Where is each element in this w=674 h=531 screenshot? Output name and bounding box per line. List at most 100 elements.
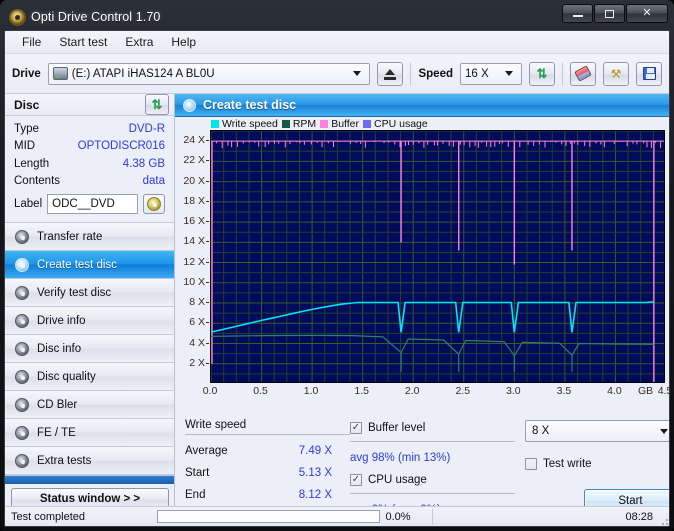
panel-title: Create test disc	[203, 98, 297, 112]
disc-icon	[15, 425, 29, 440]
write-speed-value: 8 X	[532, 425, 550, 437]
menu-start-test[interactable]: Start test	[50, 33, 116, 51]
sidebar-item-label: Disc quality	[37, 370, 96, 383]
sidebar-item-fe-te[interactable]: FE / TE	[5, 419, 174, 447]
main-panel: Create test disc Write speed RPM Buffer …	[175, 94, 669, 516]
sidebar-item-label: Drive info	[37, 314, 86, 327]
menu-extra[interactable]: Extra	[116, 33, 162, 51]
legend-label: Buffer	[331, 118, 360, 130]
legend-label: Write speed	[222, 118, 278, 130]
x-axis-tick: 4.0	[607, 385, 622, 397]
y-axis-tick: 8 X	[189, 296, 209, 309]
disc-length-key: Length	[14, 157, 50, 170]
sidebar: Disc ⇅ Type DVD-R MID OPTODISCR016 Lengt…	[5, 94, 175, 514]
y-axis-tick: 24 X	[183, 134, 209, 147]
sidebar-item-create-test-disc[interactable]: Create test disc	[5, 251, 174, 279]
minimize-button[interactable]	[562, 4, 593, 23]
speed-select-value: 16 X	[465, 67, 489, 80]
legend-item-buffer: Buffer	[320, 118, 359, 130]
y-axis-tick: 12 X	[183, 255, 209, 268]
speed-select[interactable]: 16 X	[460, 62, 522, 85]
eject-button[interactable]	[377, 61, 404, 86]
y-axis-tick: 16 X	[183, 215, 209, 228]
legend-item-write-speed: Write speed	[211, 118, 278, 130]
y-axis-tick: 20 X	[183, 174, 209, 187]
y-axis-tick: 14 X	[183, 235, 209, 248]
disc-icon	[15, 397, 29, 412]
test-write-label: Test write	[543, 458, 592, 470]
stat-row-end: End 8.12 X	[185, 484, 350, 506]
save-button[interactable]	[636, 61, 662, 86]
sidebar-item-disc-quality[interactable]: Disc quality	[5, 363, 174, 391]
status-text: Test completed	[11, 510, 85, 523]
buffer-level-checkbox[interactable]: ✓	[350, 422, 362, 434]
test-write-checkbox[interactable]	[525, 458, 537, 470]
client-area: File Start test Extra Help Drive (E:) AT…	[4, 30, 670, 527]
maximize-button[interactable]	[594, 4, 625, 23]
y-axis-tick: 4 X	[189, 336, 209, 349]
stat-key: End	[185, 489, 206, 501]
buffer-level-checkbox-row[interactable]: ✓ Buffer level	[350, 419, 515, 437]
chart-x-unit: GB	[638, 385, 654, 397]
body-split: Disc ⇅ Type DVD-R MID OPTODISCR016 Lengt…	[5, 94, 669, 516]
disc-icon	[15, 313, 29, 328]
y-axis-tick: 22 X	[183, 154, 209, 167]
buffer-cpu-stats: ✓ Buffer level avg 98% (min 13%) ✓ CPU u…	[350, 419, 515, 516]
refresh-button[interactable]: ⇅	[529, 61, 555, 86]
eject-icon	[384, 68, 397, 80]
erase-button[interactable]	[570, 61, 596, 86]
disc-info-row-type: Type DVD-R	[14, 120, 165, 138]
chart-svg	[211, 131, 664, 382]
x-axis-tick: 2.5	[455, 385, 471, 397]
chart-legend: Write speed RPM Buffer CPU usage	[211, 118, 428, 130]
cpu-usage-checkbox-row[interactable]: ✓ CPU usage	[350, 471, 515, 489]
write-speed-title: Write speed	[185, 419, 247, 431]
toolbar-divider-2	[562, 62, 563, 85]
disc-browse-button[interactable]	[143, 194, 165, 214]
cpu-usage-checkbox[interactable]: ✓	[350, 474, 362, 486]
sidebar-item-drive-info[interactable]: Drive info	[5, 307, 174, 335]
x-axis-tick: 2.0	[404, 385, 420, 397]
stat-row-start: Start 5.13 X	[185, 462, 350, 484]
chart-container: Write speed RPM Buffer CPU usage 2 X 4 X…	[175, 117, 669, 413]
sidebar-item-transfer-rate[interactable]: Transfer rate	[5, 223, 174, 251]
menu-help[interactable]: Help	[162, 33, 205, 51]
y-axis-tick: 2 X	[189, 356, 209, 369]
tools-button[interactable]: ⚒	[603, 61, 629, 86]
write-speed-select[interactable]: 8 X	[525, 420, 669, 442]
speed-label: Speed	[418, 67, 453, 80]
x-axis-tick: 1.0	[303, 385, 319, 397]
disc-refresh-button[interactable]: ⇅	[145, 94, 169, 115]
disc-contents-value: data	[142, 175, 165, 188]
toolbar-divider	[410, 62, 412, 85]
progress-bar	[157, 510, 380, 523]
menu-bar: File Start test Extra Help	[5, 31, 669, 54]
tools-icon: ⚒	[610, 66, 622, 81]
sidebar-item-verify-test-disc[interactable]: Verify test disc	[5, 279, 174, 307]
drive-label: Drive	[12, 67, 41, 80]
disc-label-input[interactable]: ODC__DVD	[47, 194, 138, 214]
close-button[interactable]: ✕	[626, 4, 668, 23]
legend-swatch	[320, 120, 329, 128]
sidebar-item-cd-bler[interactable]: CD Bler	[5, 391, 174, 419]
legend-swatch	[211, 120, 219, 128]
sidebar-item-extra-tests[interactable]: Extra tests	[5, 447, 174, 475]
sidebar-item-label: Create test disc	[37, 258, 117, 271]
app-disc-icon	[9, 8, 26, 26]
disc-icon	[15, 453, 29, 468]
sidebar-item-disc-info[interactable]: Disc info	[5, 335, 174, 363]
disc-section-header: Disc ⇅	[5, 94, 174, 116]
chevron-down-icon	[505, 71, 513, 76]
menu-file[interactable]: File	[13, 33, 50, 51]
resize-grip[interactable]	[658, 515, 668, 525]
drive-select[interactable]: (E:) ATAPI iHAS124 A BL0U	[47, 62, 371, 85]
disc-section-title: Disc	[14, 97, 40, 112]
minimize-icon	[572, 15, 583, 17]
stat-key: Start	[185, 467, 210, 479]
x-axis-tick: 3.0	[506, 385, 521, 397]
sidebar-item-label: CD Bler	[37, 398, 78, 411]
legend-item-cpu-usage: CPU usage	[363, 118, 428, 130]
disc-mid-key: MID	[14, 140, 36, 153]
test-write-checkbox-row[interactable]: Test write	[525, 455, 669, 473]
sidebar-item-label: Disc info	[37, 342, 82, 355]
